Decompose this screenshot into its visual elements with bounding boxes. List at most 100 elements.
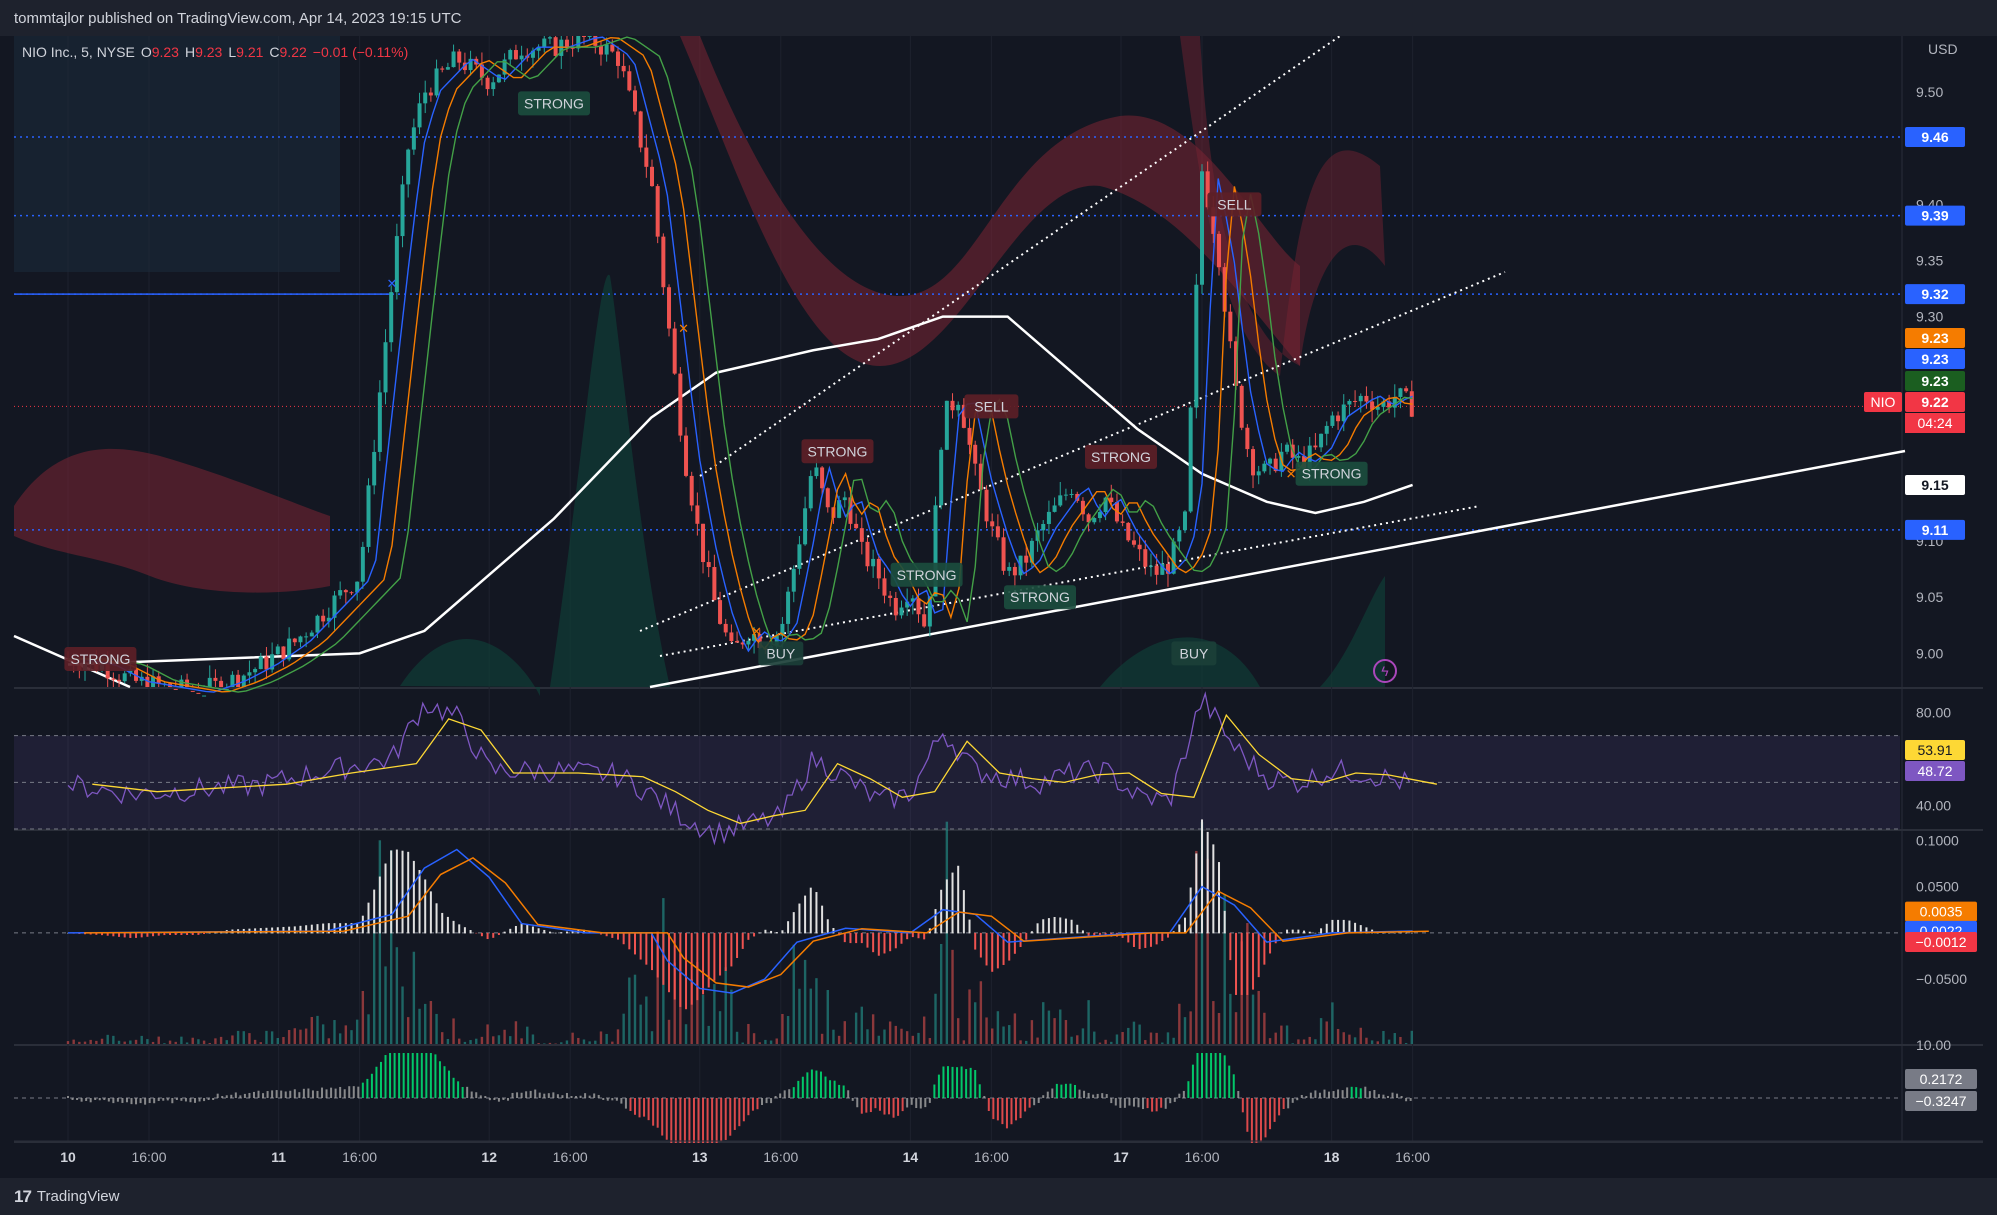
candle-body[interactable]	[797, 544, 802, 569]
candle-body[interactable]	[513, 50, 518, 60]
candle-body[interactable]	[389, 292, 394, 343]
candle-body[interactable]	[684, 435, 689, 476]
candle-body[interactable]	[791, 568, 796, 592]
candle-body[interactable]	[893, 597, 898, 616]
candle-body[interactable]	[173, 688, 178, 690]
candle-body[interactable]	[321, 615, 326, 622]
candle-body[interactable]	[1063, 494, 1068, 496]
candle-body[interactable]	[1245, 427, 1250, 450]
candle-body[interactable]	[196, 692, 201, 694]
candle-body[interactable]	[718, 600, 723, 624]
candle-body[interactable]	[1330, 415, 1335, 426]
candle-body[interactable]	[638, 111, 643, 148]
candle-body[interactable]	[1007, 566, 1012, 571]
candle-body[interactable]	[1137, 544, 1142, 550]
candle-body[interactable]	[1217, 233, 1222, 268]
candle-body[interactable]	[423, 92, 428, 104]
candle-body[interactable]	[729, 632, 734, 642]
candle-body[interactable]	[122, 673, 127, 682]
candle-body[interactable]	[973, 444, 978, 464]
candle-body[interactable]	[207, 677, 212, 687]
candle-body[interactable]	[712, 567, 717, 601]
candle-body[interactable]	[1319, 433, 1324, 448]
candle-body[interactable]	[366, 485, 371, 547]
candle-body[interactable]	[360, 546, 365, 582]
candle-body[interactable]	[820, 467, 825, 489]
candle-body[interactable]	[1256, 471, 1261, 476]
candle-body[interactable]	[434, 68, 439, 96]
candle-body[interactable]	[547, 37, 552, 39]
candle-body[interactable]	[672, 328, 677, 374]
candle-body[interactable]	[814, 467, 819, 477]
candle-body[interactable]	[995, 526, 1000, 538]
candle-body[interactable]	[1324, 425, 1329, 434]
candle-body[interactable]	[247, 672, 252, 676]
chart-area[interactable]: STRONG STRONG BUY STRONG STRONG SELL STRONG STR…	[0, 36, 1997, 1178]
candle-body[interactable]	[950, 400, 955, 411]
candle-body[interactable]	[292, 638, 297, 643]
candle-body[interactable]	[508, 50, 513, 60]
candle-body[interactable]	[1188, 407, 1193, 512]
candle-body[interactable]	[1097, 512, 1102, 519]
candle-body[interactable]	[735, 641, 740, 643]
candle-body[interactable]	[519, 55, 524, 60]
candle-body[interactable]	[1392, 396, 1397, 408]
candle-body[interactable]	[581, 36, 586, 37]
candle-body[interactable]	[859, 528, 864, 542]
candle-body[interactable]	[253, 669, 258, 673]
candle-body[interactable]	[1069, 493, 1074, 495]
candle-body[interactable]	[650, 166, 655, 187]
candle-body[interactable]	[258, 656, 263, 670]
candle-body[interactable]	[655, 186, 660, 237]
candle-body[interactable]	[1012, 566, 1017, 576]
candle-body[interactable]	[882, 578, 887, 596]
candle-body[interactable]	[275, 646, 280, 655]
candle-body[interactable]	[1313, 445, 1318, 448]
candle-body[interactable]	[315, 615, 320, 633]
candle-body[interactable]	[377, 392, 382, 452]
candle-body[interactable]	[899, 607, 904, 616]
candle-body[interactable]	[967, 427, 972, 445]
candle-body[interactable]	[689, 475, 694, 506]
candle-body[interactable]	[803, 508, 808, 545]
candle-body[interactable]	[944, 400, 949, 450]
candle-body[interactable]	[213, 677, 218, 681]
candle-body[interactable]	[411, 127, 416, 150]
candle-body[interactable]	[1347, 400, 1352, 405]
candle-body[interactable]	[746, 640, 751, 645]
candle-body[interactable]	[706, 562, 711, 568]
candle-body[interactable]	[825, 488, 830, 508]
candle-body[interactable]	[1268, 458, 1273, 464]
candle-body[interactable]	[786, 591, 791, 624]
candle-body[interactable]	[1251, 449, 1256, 476]
candle-body[interactable]	[990, 521, 995, 527]
tradingview-logo-icon[interactable]: 17	[14, 1187, 32, 1207]
candle-body[interactable]	[1092, 518, 1097, 523]
candle-body[interactable]	[598, 45, 603, 55]
candle-body[interactable]	[1404, 388, 1409, 392]
candle-body[interactable]	[1024, 555, 1029, 563]
candle-body[interactable]	[1364, 395, 1369, 402]
candle-body[interactable]	[1148, 565, 1153, 567]
candle-body[interactable]	[1262, 463, 1267, 472]
candle-body[interactable]	[1341, 404, 1346, 422]
candle-body[interactable]	[1171, 541, 1176, 574]
candle-body[interactable]	[1001, 537, 1006, 571]
candle-body[interactable]	[491, 82, 496, 90]
candle-body[interactable]	[219, 680, 224, 687]
candle-body[interactable]	[445, 67, 450, 70]
candle-body[interactable]	[1296, 456, 1301, 458]
candle-body[interactable]	[587, 36, 592, 37]
candle-body[interactable]	[264, 656, 269, 670]
candle-body[interactable]	[111, 678, 116, 680]
candle-body[interactable]	[615, 51, 620, 66]
candle-body[interactable]	[808, 476, 813, 509]
candle-body[interactable]	[1046, 511, 1051, 524]
candle-body[interactable]	[1120, 521, 1125, 523]
candle-body[interactable]	[457, 51, 462, 63]
candle-body[interactable]	[298, 636, 303, 643]
candle-body[interactable]	[678, 373, 683, 436]
candle-body[interactable]	[1143, 549, 1148, 567]
candle-body[interactable]	[1200, 171, 1204, 285]
candle-body[interactable]	[309, 632, 314, 637]
